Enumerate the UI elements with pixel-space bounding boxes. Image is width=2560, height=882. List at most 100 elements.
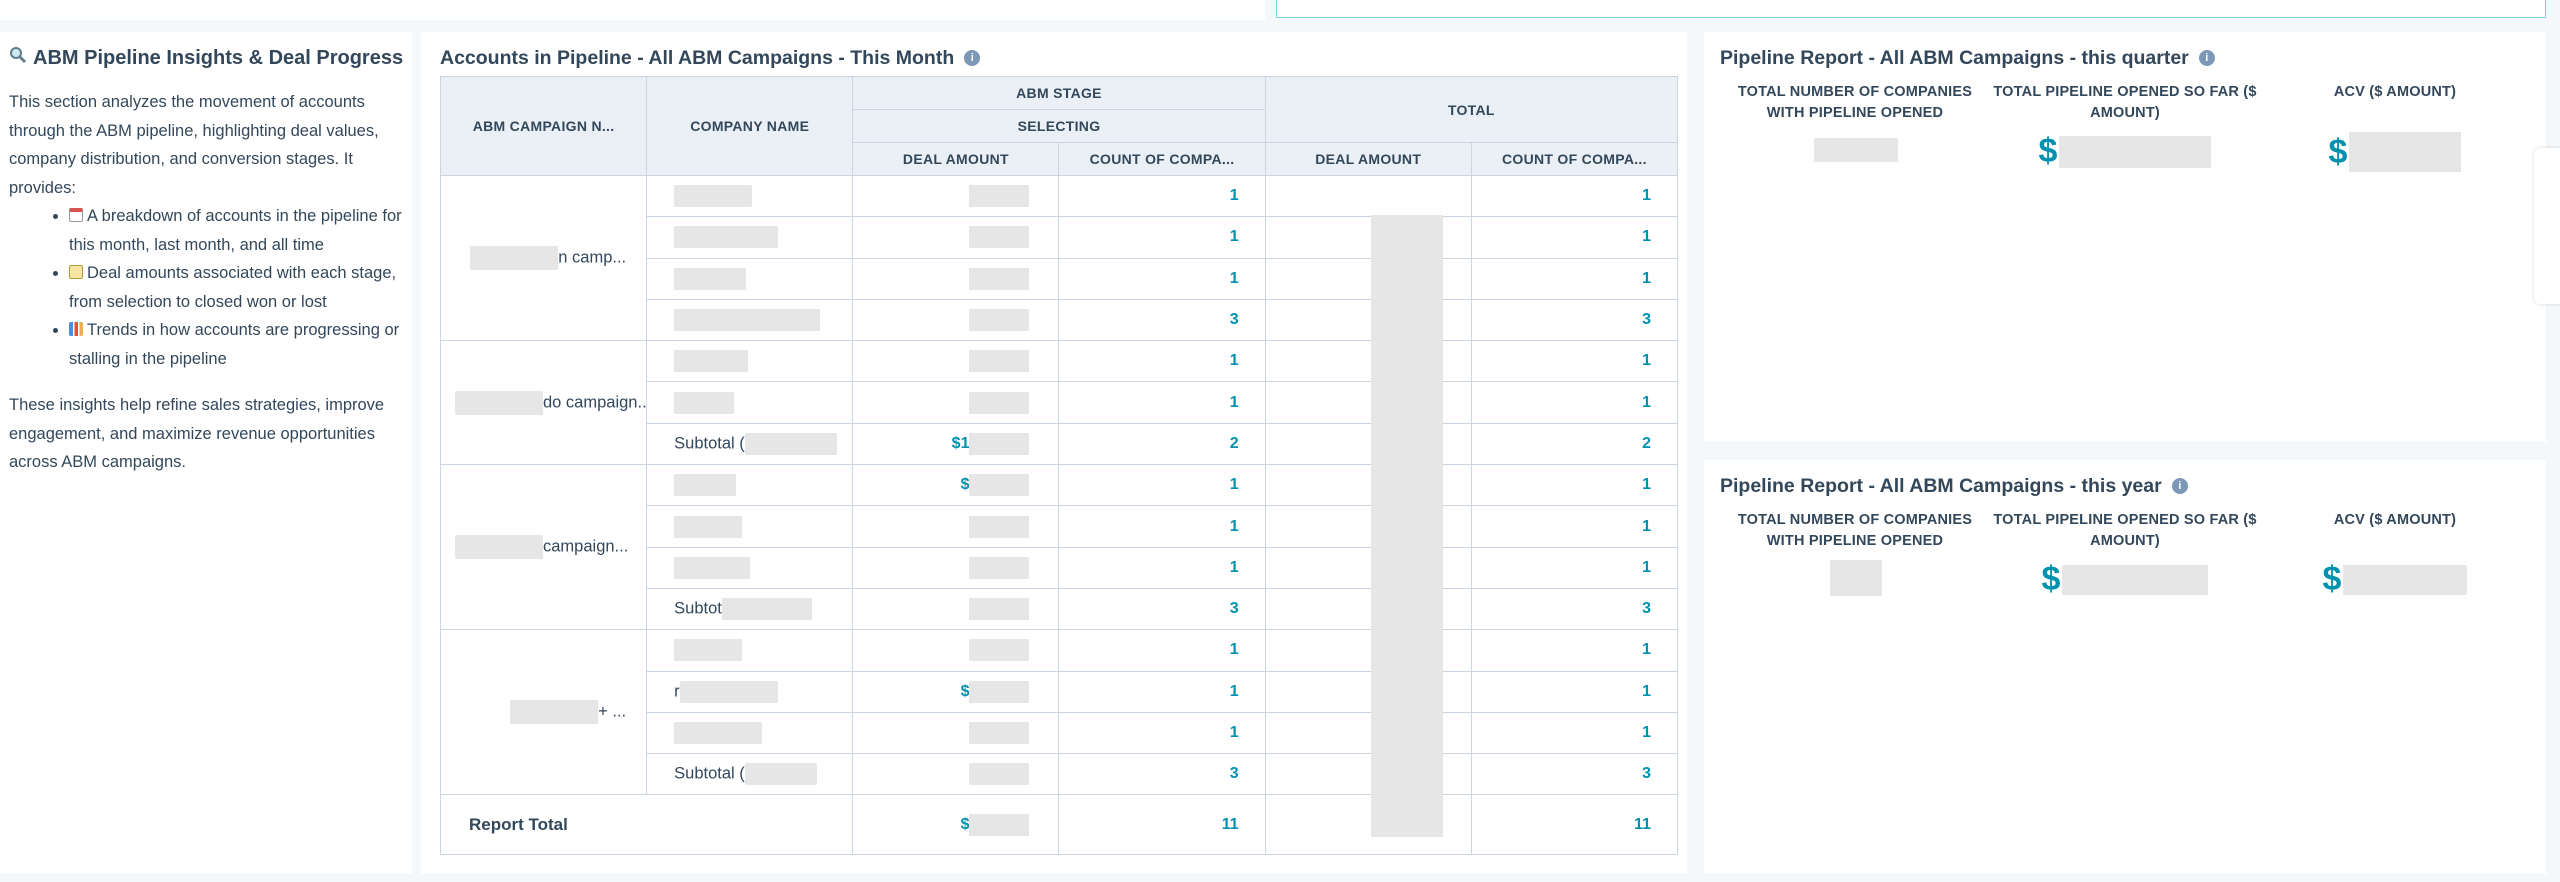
magnifier-icon bbox=[9, 44, 27, 72]
deal-amount-cell[interactable] bbox=[852, 711, 1060, 755]
campaign-cell[interactable]: campaign... bbox=[439, 464, 648, 631]
company-cell-text: Subtotal ( bbox=[674, 434, 745, 453]
count-cell[interactable]: 1 bbox=[1058, 505, 1266, 548]
insights-bullets: A breakdown of accounts in the pipeline … bbox=[9, 202, 404, 373]
total-count-cell[interactable]: 1 bbox=[1470, 711, 1679, 755]
col-header-campaign[interactable]: ABM CAMPAIGN N... bbox=[439, 76, 648, 176]
deal-amount-cell[interactable]: $ bbox=[852, 670, 1060, 713]
company-cell[interactable] bbox=[646, 216, 854, 259]
company-cell[interactable] bbox=[646, 257, 854, 300]
kpi-value bbox=[1720, 132, 1990, 162]
company-cell[interactable] bbox=[646, 174, 854, 218]
deal-amount-cell[interactable] bbox=[852, 505, 1060, 548]
info-icon[interactable]: i bbox=[2198, 50, 2215, 66]
total-deal-amount-cell[interactable]: $ bbox=[852, 794, 1060, 856]
total-count-cell[interactable]: 1 bbox=[1470, 629, 1679, 672]
total-count-cell[interactable]: 1 bbox=[1470, 381, 1679, 424]
company-cell[interactable] bbox=[646, 711, 854, 755]
campaign-cell[interactable]: do campaign... bbox=[439, 340, 648, 466]
redacted-value bbox=[674, 391, 735, 414]
deal-amount-cell[interactable] bbox=[852, 298, 1060, 342]
total-count-cell[interactable]: 11 bbox=[1058, 794, 1266, 856]
redacted-value bbox=[674, 309, 821, 332]
count-cell[interactable]: 3 bbox=[1058, 753, 1266, 796]
company-cell[interactable] bbox=[646, 546, 854, 589]
side-panel-tab[interactable] bbox=[2534, 148, 2560, 304]
company-cell[interactable]: r bbox=[646, 670, 854, 713]
redacted-value bbox=[2062, 564, 2209, 595]
col-header-total-count[interactable]: COUNT OF COMPA... bbox=[1470, 142, 1679, 176]
deal-amount-cell[interactable]: $1 bbox=[852, 422, 1060, 466]
company-cell[interactable] bbox=[646, 505, 854, 548]
company-cell[interactable] bbox=[646, 340, 854, 383]
kpi-quarter-title-text: Pipeline Report - All ABM Campaigns - th… bbox=[1720, 47, 2189, 69]
kpi-year-title-text: Pipeline Report - All ABM Campaigns - th… bbox=[1720, 475, 2162, 497]
count-cell[interactable]: 1 bbox=[1058, 174, 1266, 218]
total-count-cell-text: 3 bbox=[1642, 600, 1651, 618]
kpi-value bbox=[1720, 560, 1990, 596]
count-cell[interactable]: 1 bbox=[1058, 711, 1266, 755]
count-cell[interactable]: 1 bbox=[1058, 670, 1266, 713]
pipeline-table: ABM CAMPAIGN N... COMPANY NAME ABM STAGE… bbox=[439, 76, 1679, 856]
total-count-cell[interactable]: 1 bbox=[1470, 670, 1679, 713]
deal-amount-cell[interactable] bbox=[852, 381, 1060, 424]
col-header-count[interactable]: COUNT OF COMPA... bbox=[1058, 142, 1266, 176]
count-cell[interactable]: 1 bbox=[1058, 546, 1266, 589]
total-count-cell[interactable]: 3 bbox=[1470, 753, 1679, 796]
kpi-acv: ACV ($ AMOUNT) $ bbox=[2260, 510, 2530, 599]
col-header-deal-amount[interactable]: DEAL AMOUNT bbox=[852, 142, 1060, 176]
deal-amount-cell[interactable] bbox=[852, 174, 1060, 218]
total-deal-amount-cell[interactable] bbox=[1264, 174, 1472, 218]
total-count-cell[interactable]: 1 bbox=[1470, 340, 1679, 383]
deal-amount-cell[interactable] bbox=[852, 587, 1060, 631]
redacted-value bbox=[969, 813, 1030, 836]
col-header-total-deal-amount[interactable]: DEAL AMOUNT bbox=[1264, 142, 1472, 176]
bullet-text: Deal amounts associated with each stage,… bbox=[69, 264, 397, 311]
total-count-cell[interactable]: 1 bbox=[1470, 464, 1679, 507]
company-cell[interactable]: Subtotal ( bbox=[646, 753, 854, 796]
total-count-cell[interactable]: 1 bbox=[1470, 505, 1679, 548]
total-count-cell[interactable]: 3 bbox=[1470, 587, 1679, 631]
company-cell[interactable]: Subtot bbox=[646, 587, 854, 631]
campaign-cell[interactable]: n camp... bbox=[439, 174, 648, 342]
count-cell-text: 1 bbox=[1229, 476, 1239, 494]
count-cell[interactable]: 1 bbox=[1058, 216, 1266, 259]
campaign-cell[interactable]: + ... bbox=[439, 629, 648, 796]
total-count-cell[interactable]: 11 bbox=[1470, 794, 1679, 856]
col-header-company[interactable]: COMPANY NAME bbox=[646, 76, 854, 176]
deal-amount-cell[interactable]: $ bbox=[852, 464, 1060, 507]
deal-amount-cell[interactable] bbox=[852, 216, 1060, 259]
total-count-cell[interactable]: 1 bbox=[1470, 174, 1679, 218]
deal-amount-cell[interactable] bbox=[852, 257, 1060, 300]
count-cell[interactable]: 1 bbox=[1058, 629, 1266, 672]
deal-amount-cell[interactable] bbox=[852, 546, 1060, 589]
count-cell[interactable]: 1 bbox=[1058, 340, 1266, 383]
company-cell[interactable] bbox=[646, 629, 854, 672]
company-cell[interactable] bbox=[646, 464, 854, 507]
deal-amount-cell[interactable] bbox=[852, 340, 1060, 383]
company-cell[interactable] bbox=[646, 298, 854, 342]
info-icon[interactable]: i bbox=[964, 50, 981, 66]
table-row: do campaign...1$41 bbox=[439, 340, 1679, 466]
total-count-cell[interactable]: 3 bbox=[1470, 298, 1679, 342]
count-cell[interactable]: 2 bbox=[1058, 422, 1266, 466]
total-count-cell[interactable]: 2 bbox=[1470, 422, 1679, 466]
total-count-cell[interactable]: 1 bbox=[1470, 257, 1679, 300]
info-icon[interactable]: i bbox=[2171, 478, 2188, 494]
count-cell[interactable]: 1 bbox=[1058, 381, 1266, 424]
count-cell[interactable]: 3 bbox=[1058, 587, 1266, 631]
redacted-value bbox=[674, 474, 737, 497]
deal-amount-cell[interactable] bbox=[852, 629, 1060, 672]
company-cell[interactable] bbox=[646, 381, 854, 424]
count-cell[interactable]: 1 bbox=[1058, 257, 1266, 300]
total-count-cell[interactable]: 1 bbox=[1470, 216, 1679, 259]
deal-amount-cell[interactable] bbox=[852, 753, 1060, 796]
count-cell[interactable]: 3 bbox=[1058, 298, 1266, 342]
total-count-cell[interactable]: 1 bbox=[1470, 546, 1679, 589]
company-cell[interactable]: Subtotal ( bbox=[646, 422, 854, 466]
redacted-value bbox=[1830, 560, 1882, 596]
kpi-label: TOTAL PIPELINE OPENED SO FAR ($ AMOUNT) bbox=[1993, 84, 2257, 121]
count-cell[interactable]: 1 bbox=[1058, 464, 1266, 507]
pipeline-table-card: Accounts in Pipeline - All ABM Campaigns… bbox=[421, 32, 1687, 874]
kpi-companies: TOTAL NUMBER OF COMPANIES WITH PIPELINE … bbox=[1720, 510, 1990, 599]
